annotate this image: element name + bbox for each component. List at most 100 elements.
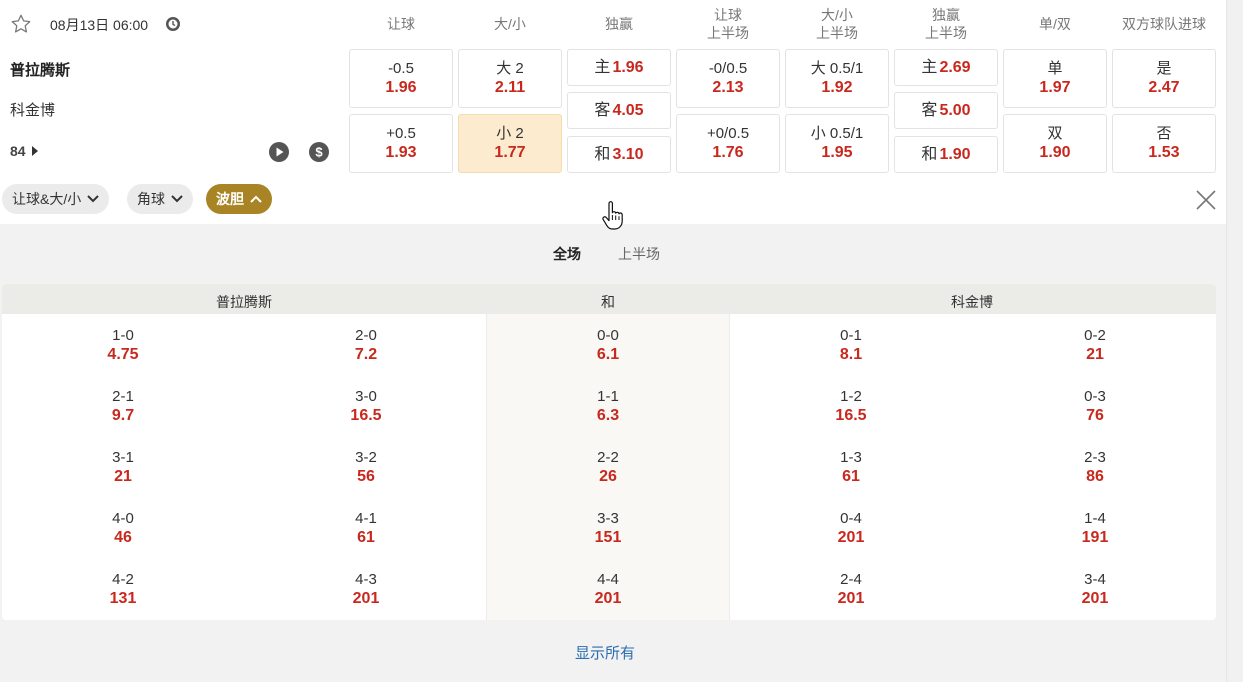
svg-text:$: $ [315, 145, 323, 160]
correct-score-cell[interactable]: 1-4 191 [1045, 509, 1145, 548]
score-label: 3-3 [597, 510, 619, 527]
tab-first-half[interactable]: 上半场 [618, 244, 660, 264]
correct-score-cell[interactable]: 1-2 16.5 [801, 387, 901, 426]
odds-cell-moneyline-1h-away[interactable]: 客 5.00 [894, 92, 998, 129]
odds-cell-under-1h[interactable]: 小 0.5/1 1.95 [785, 114, 889, 173]
correct-score-cell[interactable]: 4-4 201 [558, 570, 658, 609]
score-odd: 4.75 [107, 346, 139, 363]
score-label: 1-4 [1084, 510, 1106, 527]
correct-score-cell[interactable]: 4-3 201 [316, 570, 416, 609]
match-market-page: 08月13日 06:00 普拉腾斯 科金博 84 $ 让球 大/小 独赢 让球上… [0, 0, 1226, 682]
score-odd: 201 [594, 590, 622, 607]
odds-cell-moneyline-home[interactable]: 主 1.96 [567, 49, 671, 86]
correct-score-cell[interactable]: 2-2 26 [558, 448, 658, 487]
scrollbar-track[interactable] [1226, 0, 1243, 682]
correct-score-cell[interactable]: 0-3 76 [1045, 387, 1145, 426]
odds-cell-moneyline-1h-home[interactable]: 主 2.69 [894, 49, 998, 86]
score-label: 4-3 [355, 571, 377, 588]
filter-chip-corners[interactable]: 角球 [127, 184, 193, 214]
header-btts: 双方球队进球 [1122, 16, 1206, 32]
score-odd: 191 [1081, 529, 1109, 546]
score-label: 4-0 [112, 510, 134, 527]
dollar-icon[interactable]: $ [308, 141, 330, 163]
correct-score-cell[interactable]: 0-1 8.1 [801, 326, 901, 365]
score-odd: 201 [1081, 590, 1109, 607]
home-team: 普拉腾斯 [10, 62, 71, 79]
score-label: 1-2 [840, 388, 862, 405]
correct-score-cell[interactable]: 2-1 9.7 [73, 387, 173, 426]
correct-score-cell[interactable]: 4-0 46 [73, 509, 173, 548]
correct-score-cell[interactable]: 3-0 16.5 [316, 387, 416, 426]
score-odd: 6.1 [596, 346, 620, 363]
correct-score-cell[interactable]: 2-0 7.2 [316, 326, 416, 365]
odds-cell-moneyline-away[interactable]: 客 4.05 [567, 92, 671, 129]
odds-cell-handicap-home[interactable]: -0.5 1.96 [349, 49, 453, 108]
show-all-link[interactable]: 显示所有 [575, 642, 635, 663]
correct-score-cell[interactable]: 1-1 6.3 [558, 387, 658, 426]
odds-cell-moneyline-draw[interactable]: 和 3.10 [567, 136, 671, 173]
correct-score-cell[interactable]: 0-4 201 [801, 509, 901, 548]
group-header-home: 普拉腾斯 [216, 294, 272, 310]
match-minute[interactable]: 84 [10, 143, 26, 159]
score-odd: 9.7 [111, 407, 135, 424]
score-odd: 201 [837, 529, 865, 546]
clock-icon [166, 17, 180, 31]
correct-score-cell[interactable]: 3-2 56 [316, 448, 416, 487]
match-datetime: 08月13日 06:00 [50, 17, 149, 33]
header-odd-even: 单/双 [1039, 16, 1071, 32]
close-icon[interactable] [1194, 188, 1218, 212]
score-label: 2-2 [597, 449, 619, 466]
chevron-up-icon [250, 195, 262, 203]
odds-cell-handicap-1h-away[interactable]: +0/0.5 1.76 [676, 114, 780, 173]
score-odd: 8.1 [839, 346, 863, 363]
correct-score-cell[interactable]: 4-1 61 [316, 509, 416, 548]
correct-score-cell[interactable]: 4-2 131 [73, 570, 173, 609]
score-label: 0-0 [597, 327, 619, 344]
filter-chip-handicap-ou[interactable]: 让球&大/小 [2, 184, 110, 214]
correct-score-cell[interactable]: 2-3 86 [1045, 448, 1145, 487]
correct-score-cell[interactable]: 0-0 6.1 [558, 326, 658, 365]
correct-score-cell[interactable]: 3-1 21 [73, 448, 173, 487]
score-odd: 131 [109, 590, 137, 607]
odds-cell-handicap-away[interactable]: +0.5 1.93 [349, 114, 453, 173]
hand-cursor-icon [602, 201, 623, 230]
score-label: 0-4 [840, 510, 862, 527]
star-icon[interactable] [10, 13, 32, 35]
caret-right-icon[interactable] [32, 146, 38, 156]
correct-score-cell[interactable]: 2-4 201 [801, 570, 901, 609]
group-header-draw: 和 [601, 294, 615, 310]
score-label: 3-2 [355, 449, 377, 466]
odds-cell-moneyline-1h-draw[interactable]: 和 1.90 [894, 136, 998, 173]
filter-chip-correct-score[interactable]: 波胆 [206, 184, 272, 214]
odds-cell-over[interactable]: 大 2 2.11 [458, 49, 562, 108]
score-label: 2-0 [355, 327, 377, 344]
score-label: 2-3 [1084, 449, 1106, 466]
odds-cell-even[interactable]: 双 1.90 [1003, 114, 1107, 173]
play-icon[interactable] [268, 141, 290, 163]
odds-cell-over-1h[interactable]: 大 0.5/1 1.92 [785, 49, 889, 108]
score-label: 3-4 [1084, 571, 1106, 588]
score-label: 0-1 [840, 327, 862, 344]
header-moneyline: 独赢 [605, 16, 633, 32]
odds-cell-handicap-1h-home[interactable]: -0/0.5 2.13 [676, 49, 780, 108]
score-odd: 201 [352, 590, 380, 607]
score-odd: 16.5 [835, 407, 867, 424]
score-odd: 21 [114, 468, 132, 485]
score-odd: 56 [357, 468, 375, 485]
odds-cell-under-selected[interactable]: 小 2 1.77 [458, 114, 562, 173]
score-label: 1-0 [112, 327, 134, 344]
correct-score-cell[interactable]: 1-3 61 [801, 448, 901, 487]
correct-score-cell[interactable]: 3-4 201 [1045, 570, 1145, 609]
odds-cell-btts-no[interactable]: 否 1.53 [1112, 114, 1216, 173]
score-label: 1-3 [840, 449, 862, 466]
correct-score-cell[interactable]: 1-0 4.75 [73, 326, 173, 365]
tab-full-time[interactable]: 全场 [553, 244, 581, 264]
header-handicap: 让球 [387, 16, 415, 32]
odds-cell-odd[interactable]: 单 1.97 [1003, 49, 1107, 108]
odds-cell-btts-yes[interactable]: 是 2.47 [1112, 49, 1216, 108]
correct-score-cell[interactable]: 0-2 21 [1045, 326, 1145, 365]
chevron-down-icon [171, 195, 183, 203]
score-label: 0-2 [1084, 327, 1106, 344]
away-team: 科金博 [10, 102, 56, 119]
correct-score-cell[interactable]: 3-3 151 [558, 509, 658, 548]
